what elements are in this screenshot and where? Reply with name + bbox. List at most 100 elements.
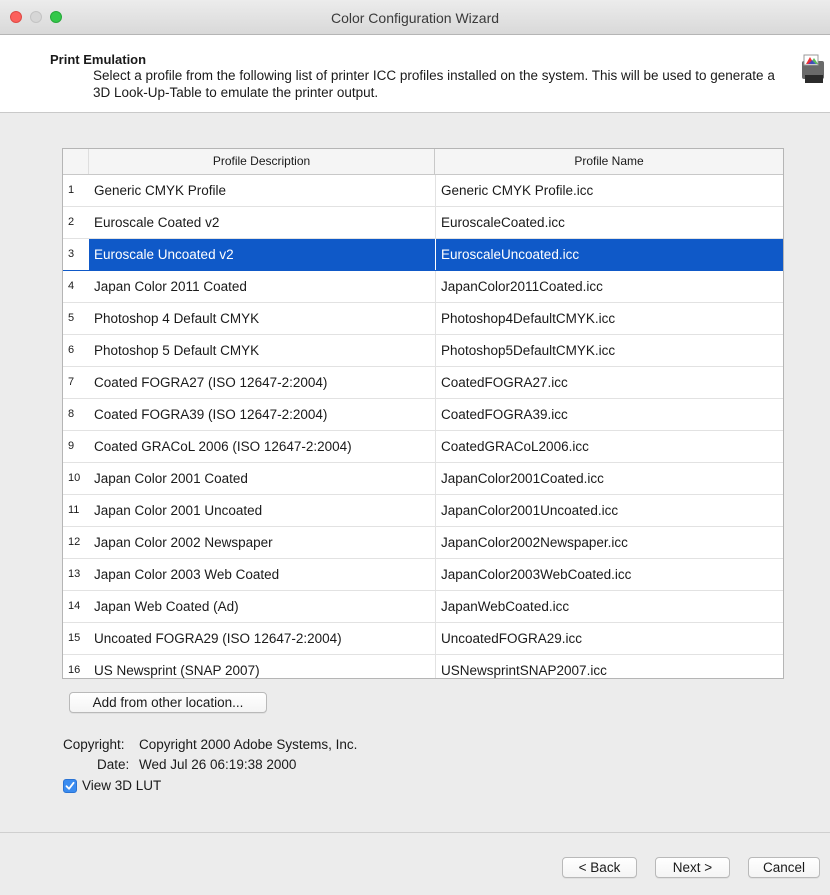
profile-name-cell: CoatedFOGRA27.icc (441, 375, 568, 390)
table-row[interactable]: 6 Photoshop 5 Default CMYK Photoshop5Defau… (63, 335, 783, 367)
cancel-button[interactable]: Cancel (748, 857, 820, 878)
table-row[interactable]: 5 Photoshop 4 Default CMYK Photoshop4Defau… (63, 303, 783, 335)
next-button[interactable]: Next > (655, 857, 730, 878)
row-number: 16 (63, 655, 89, 678)
profile-name-cell: JapanColor2001Coated.icc (441, 471, 604, 486)
row-number: 5 (63, 303, 89, 334)
table-row[interactable]: 2 Euroscale Coated v2 EuroscaleCoated.icc (63, 207, 783, 239)
profile-table[interactable]: Profile Description Profile Name 1 Generi… (62, 148, 784, 679)
profile-description-cell: US Newsprint (SNAP 2007) (94, 663, 260, 678)
row-number: 12 (63, 527, 89, 558)
column-divider (435, 175, 436, 206)
column-divider (435, 303, 436, 334)
view-3d-lut-checkbox[interactable] (63, 779, 77, 793)
profile-name-cell: CoatedGRACoL2006.icc (441, 439, 589, 454)
view-3d-lut-label[interactable]: View 3D LUT (82, 778, 161, 793)
row-number: 6 (63, 335, 89, 366)
row-number: 4 (63, 271, 89, 302)
row-number: 10 (63, 463, 89, 494)
table-row[interactable]: 7 Coated FOGRA27 (ISO 12647-2:2004) Coated… (63, 367, 783, 399)
column-divider (435, 207, 436, 238)
row-number: 1 (63, 175, 89, 206)
table-row[interactable]: 1 Generic CMYK Profile Generic CMYK Profil… (63, 175, 783, 207)
column-divider (435, 495, 436, 526)
copyright-value: Copyright 2000 Adobe Systems, Inc. (139, 737, 358, 752)
profile-description-cell: Japan Color 2002 Newspaper (94, 535, 273, 550)
table-header: Profile Description Profile Name (63, 149, 783, 175)
profile-description-cell: Japan Color 2003 Web Coated (94, 567, 280, 582)
profile-name-cell: JapanColor2002Newspaper.icc (441, 535, 628, 550)
table-row[interactable]: 12 Japan Color 2002 Newspaper JapanColor20… (63, 527, 783, 559)
row-number: 9 (63, 431, 89, 462)
table-row[interactable]: 8 Coated FOGRA39 (ISO 12647-2:2004) Coated… (63, 399, 783, 431)
page-title: Print Emulation (50, 52, 147, 67)
column-header-description[interactable]: Profile Description (89, 149, 435, 174)
profile-description-cell: Generic CMYK Profile (94, 183, 227, 198)
column-divider (435, 367, 436, 398)
profile-description-cell: Photoshop 4 Default CMYK (94, 311, 260, 326)
column-divider (435, 559, 436, 590)
printer-profile-icon (800, 51, 830, 91)
profile-description-cell: Euroscale Uncoated v2 (94, 247, 234, 262)
table-row[interactable]: 15 Uncoated FOGRA29 (ISO 12647-2:2004) Unc… (63, 623, 783, 655)
date-label: Date: (97, 757, 130, 772)
table-row[interactable]: 16 US Newsprint (SNAP 2007) USNewsprintSNA… (63, 655, 783, 678)
title-bar: Color Configuration Wizard (0, 0, 830, 35)
column-divider (435, 399, 436, 430)
profile-name-cell: Photoshop4DefaultCMYK.icc (441, 311, 616, 326)
column-divider (435, 527, 436, 558)
profile-description-cell: Coated FOGRA27 (ISO 12647-2:2004) (94, 375, 328, 390)
row-number-header (63, 149, 89, 174)
profile-name-cell: JapanColor2011Coated.icc (441, 279, 603, 294)
row-number: 11 (63, 495, 89, 526)
table-body: 1 Generic CMYK Profile Generic CMYK Profil… (63, 175, 783, 678)
copyright-label: Copyright: (63, 737, 125, 752)
add-from-location-button[interactable]: Add from other location... (69, 692, 267, 713)
back-button[interactable]: < Back (562, 857, 637, 878)
column-divider (435, 591, 436, 622)
footer-divider (0, 832, 830, 833)
table-row[interactable]: 11 Japan Color 2001 Uncoated JapanColor200… (63, 495, 783, 527)
table-row[interactable]: 14 Japan Web Coated (Ad) JapanWebCoated.ic… (63, 591, 783, 623)
profile-description-cell: Japan Web Coated (Ad) (94, 599, 239, 614)
profile-name-cell: JapanColor2001Uncoated.icc (441, 503, 619, 518)
profile-name-cell: UncoatedFOGRA29.icc (441, 631, 583, 646)
column-divider (435, 623, 436, 654)
row-number: 13 (63, 559, 89, 590)
table-row[interactable]: 13 Japan Color 2003 Web Coated JapanColor2… (63, 559, 783, 591)
table-row[interactable]: 3 Euroscale Uncoated v2 EuroscaleUncoated.… (63, 239, 783, 271)
row-number: 14 (63, 591, 89, 622)
row-number: 2 (63, 207, 89, 238)
profile-name-cell: Generic CMYK Profile.icc (441, 183, 594, 198)
profile-description-cell: Japan Color 2011 Coated (94, 279, 247, 294)
profile-name-cell: USNewsprintSNAP2007.icc (441, 663, 607, 678)
column-divider (435, 431, 436, 462)
column-divider (435, 463, 436, 494)
profile-name-cell: CoatedFOGRA39.icc (441, 407, 568, 422)
row-number: 7 (63, 367, 89, 398)
profile-name-cell: EuroscaleUncoated.icc (441, 247, 580, 262)
profile-description-cell: Euroscale Coated v2 (94, 215, 220, 230)
column-divider (435, 239, 436, 270)
page-description: Select a profile from the following list… (93, 68, 775, 100)
wizard-header: Print Emulation Select a profile from th… (0, 35, 830, 113)
profile-name-cell: JapanWebCoated.icc (441, 599, 570, 614)
table-row[interactable]: 10 Japan Color 2001 Coated JapanColor2001C… (63, 463, 783, 495)
profile-description-cell: Coated GRACoL 2006 (ISO 12647-2:2004) (94, 439, 352, 454)
profile-description-cell: Photoshop 5 Default CMYK (94, 343, 260, 358)
table-row[interactable]: 9 Coated GRACoL 2006 (ISO 12647-2:2004) Co… (63, 431, 783, 463)
row-number: 8 (63, 399, 89, 430)
row-number: 3 (63, 239, 89, 270)
checkmark-icon (65, 781, 75, 790)
profile-description-cell: Coated FOGRA39 (ISO 12647-2:2004) (94, 407, 328, 422)
profile-description-cell: Uncoated FOGRA29 (ISO 12647-2:2004) (94, 631, 342, 646)
table-row[interactable]: 4 Japan Color 2011 Coated JapanColor2011Co… (63, 271, 783, 303)
profile-description-cell: Japan Color 2001 Coated (94, 471, 248, 486)
profile-name-cell: Photoshop5DefaultCMYK.icc (441, 343, 616, 358)
profile-name-cell: JapanColor2003WebCoated.icc (441, 567, 632, 582)
column-header-name[interactable]: Profile Name (435, 149, 783, 174)
profile-description-cell: Japan Color 2001 Uncoated (94, 503, 263, 518)
row-number: 15 (63, 623, 89, 654)
date-value: Wed Jul 26 06:19:38 2000 (139, 757, 297, 772)
profile-name-cell: EuroscaleCoated.icc (441, 215, 565, 230)
